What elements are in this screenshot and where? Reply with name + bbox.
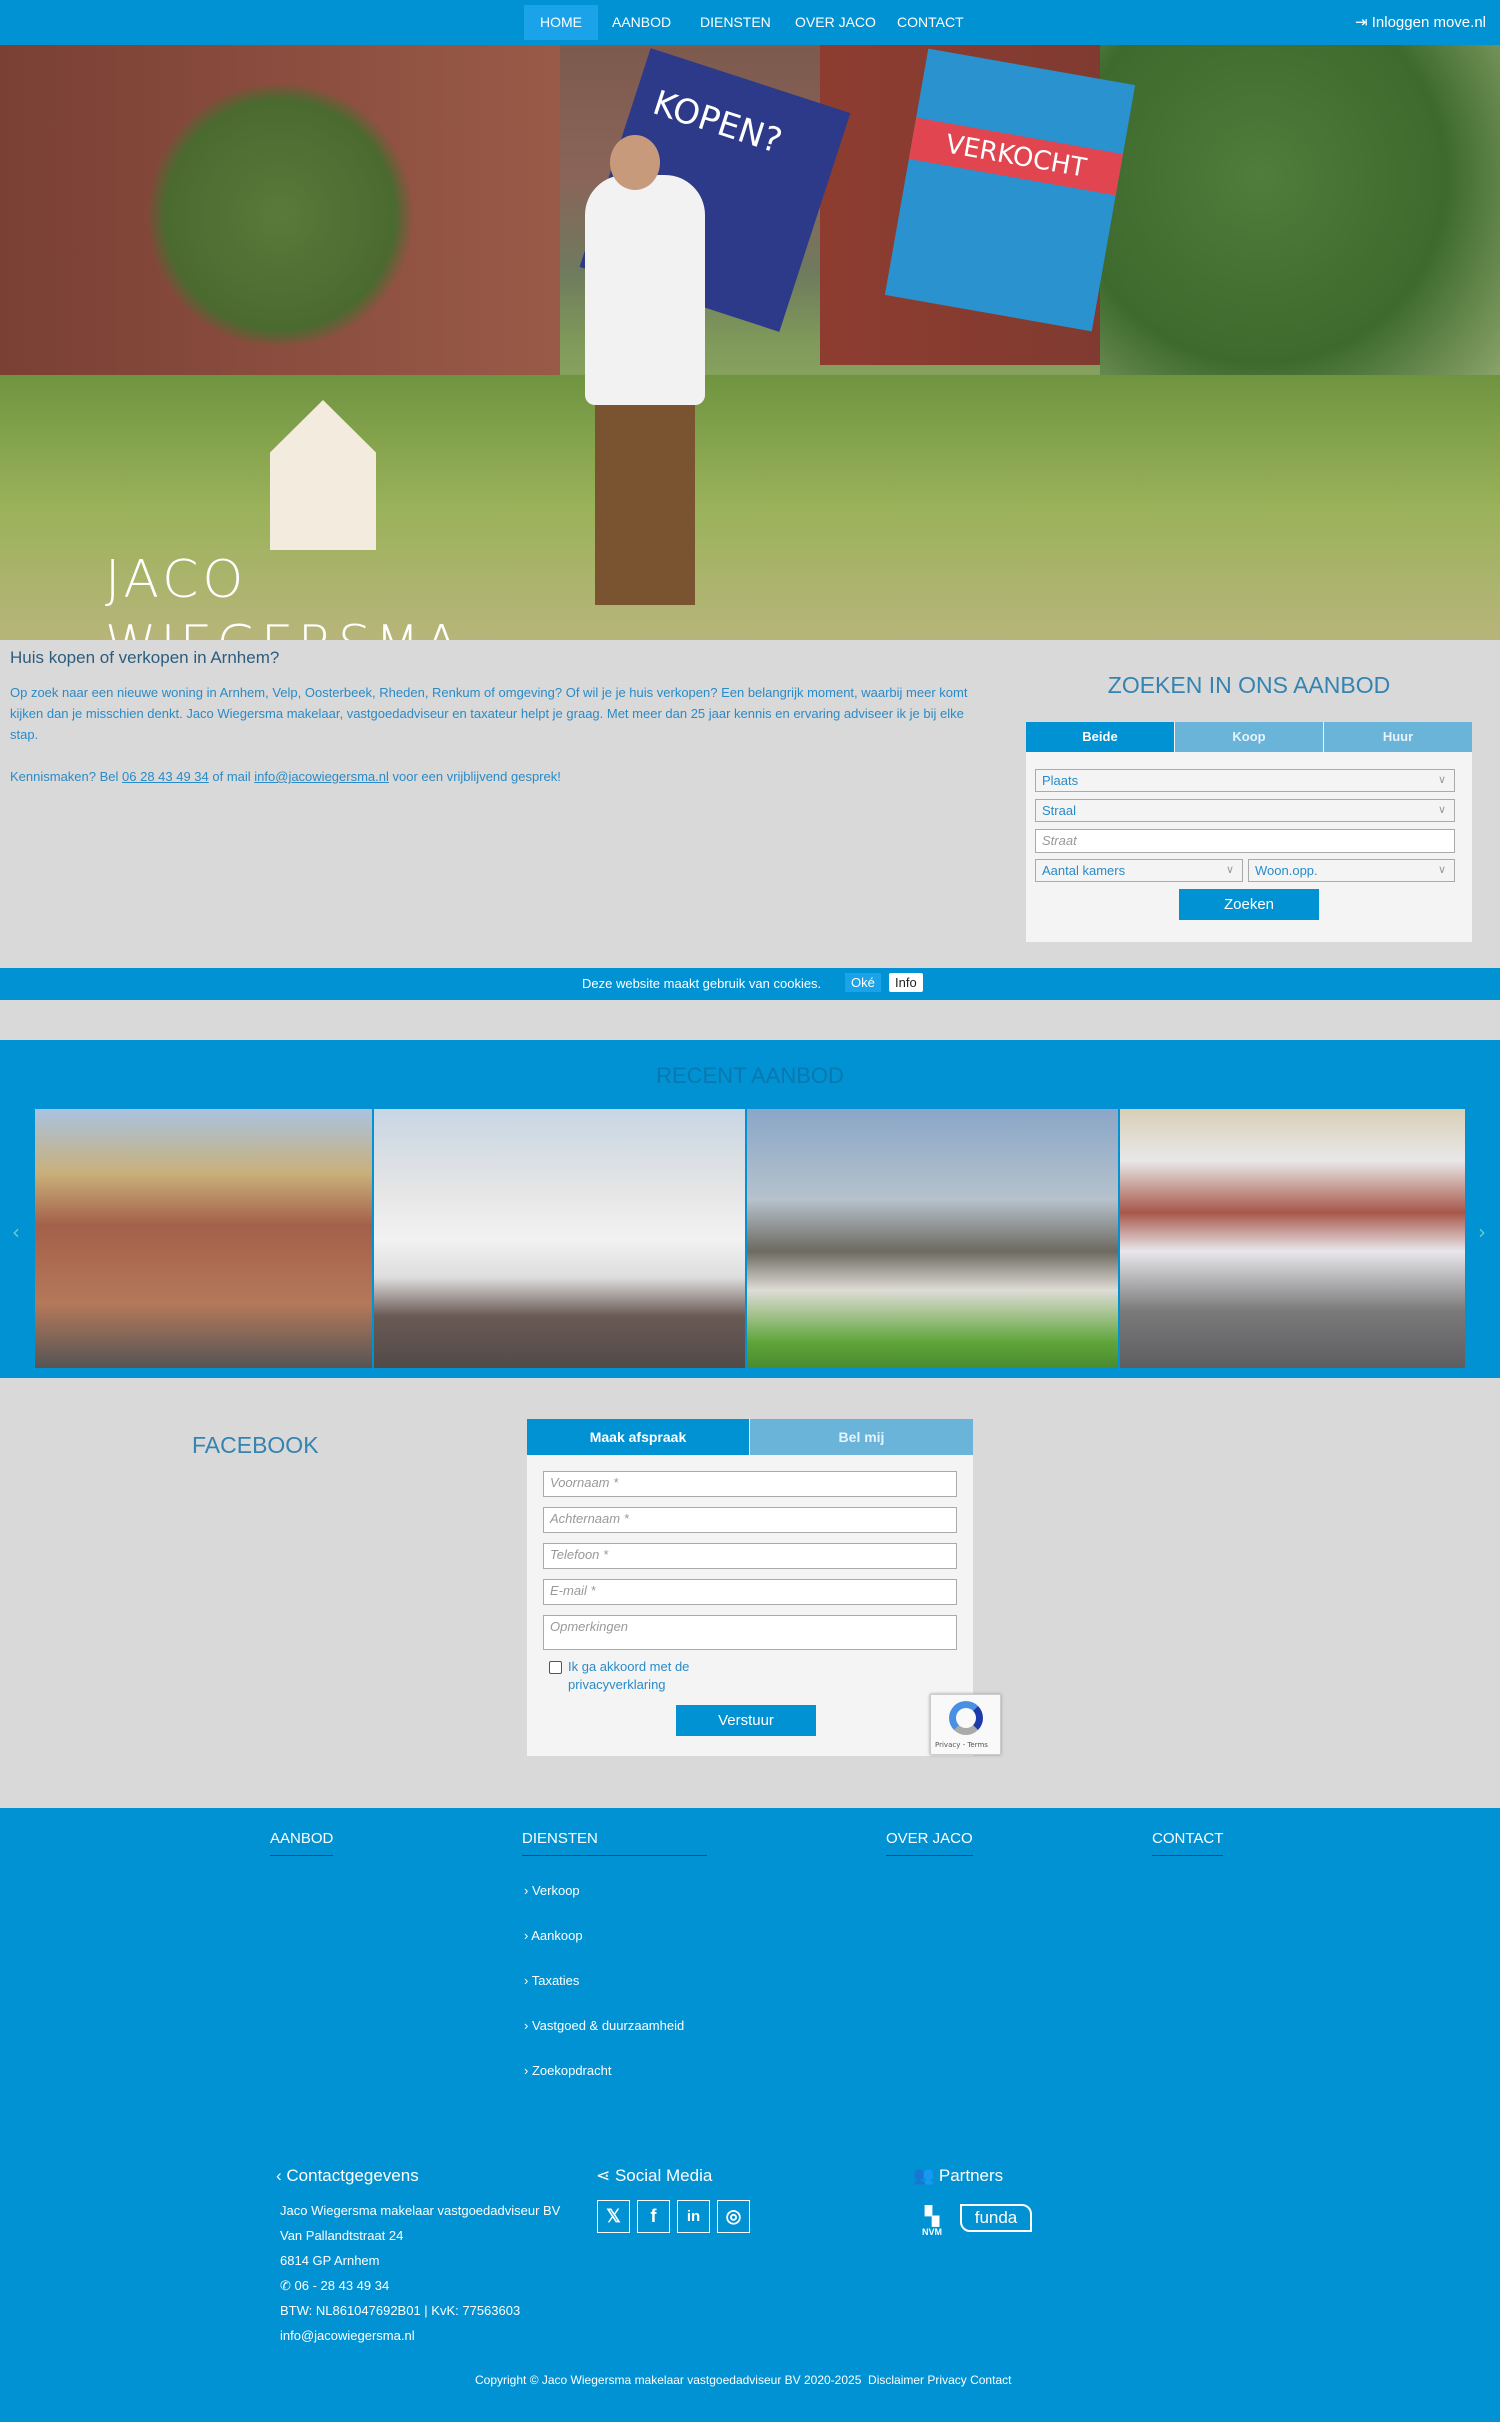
footer-link-aankoop[interactable]: › Aankoop — [524, 1928, 583, 1943]
intro-title: Huis kopen of verkopen in Arnhem? — [10, 648, 280, 667]
cookie-text: Deze website maakt gebruik van cookies. — [582, 976, 822, 991]
login-icon: ⇥ — [1355, 14, 1372, 31]
chevron-down-icon: ∨ — [1437, 864, 1446, 876]
property-photo[interactable] — [374, 1109, 745, 1368]
recent-aanbod-section: RECENT AANBOD ‹ › — [0, 1040, 1500, 1378]
property-photo[interactable] — [35, 1109, 372, 1368]
plaats-select[interactable]: Plaats ∨ — [1035, 769, 1455, 792]
facebook-icon[interactable]: f — [637, 2200, 670, 2233]
intro-paragraph: Op zoek naar een nieuwe woning in Arnhem… — [10, 685, 968, 742]
zoeken-button[interactable]: Zoeken — [1179, 889, 1319, 920]
instagram-icon[interactable]: ◎ — [717, 2200, 750, 2233]
login-link[interactable]: ⇥ Inloggen move.nl — [1355, 0, 1486, 45]
copyright-bar: Copyright © Jaco Wiegersma makelaar vast… — [475, 2373, 1011, 2387]
straal-select[interactable]: Straal ∨ — [1035, 799, 1455, 822]
achternaam-input[interactable]: Achternaam * — [543, 1507, 957, 1533]
users-icon: 👥 — [913, 2166, 939, 2185]
linkedin-icon[interactable]: in — [677, 2200, 710, 2233]
share-icon: ⋖ — [596, 2166, 615, 2185]
contact-form: Maak afspraak Bel mij Voornaam * Achtern… — [527, 1419, 973, 1756]
nav-diensten[interactable]: DIENSTEN — [684, 5, 787, 40]
top-nav: HOME AANBOD DIENSTEN OVER JACO CONTACT ⇥… — [0, 0, 1500, 45]
social-heading: ⋖ Social Media — [596, 2166, 713, 2185]
cookie-info-button[interactable]: Info — [889, 973, 923, 992]
property-photo[interactable] — [747, 1109, 1118, 1368]
nav-contact[interactable]: CONTACT — [881, 5, 980, 40]
footer-heading-over-jaco[interactable]: OVER JACO — [886, 1830, 973, 1856]
privacy-label[interactable]: Ik ga akkoord met de privacyverklaring — [568, 1658, 718, 1694]
intro-email-link[interactable]: info@jacowiegersma.nl — [254, 769, 389, 784]
telefoon-input[interactable]: Telefoon * — [543, 1543, 957, 1569]
intro-phone-link[interactable]: 06 28 43 49 34 — [122, 769, 209, 784]
recaptcha-badge[interactable]: Privacy - Terms — [930, 1694, 1001, 1755]
carousel-prev-icon[interactable]: ‹ — [12, 1220, 20, 1244]
disclaimer-link[interactable]: Disclaimer — [868, 2373, 924, 2387]
kamers-select[interactable]: Aantal kamers ∨ — [1035, 859, 1243, 882]
footer-heading-aanbod[interactable]: AANBOD — [270, 1830, 334, 1856]
contact-details: Jaco Wiegersma makelaar vastgoedadviseur… — [280, 2198, 560, 2348]
nav-home[interactable]: HOME — [524, 5, 598, 40]
facebook-title: FACEBOOK — [192, 1432, 319, 1458]
privacy-checkbox[interactable] — [549, 1661, 562, 1674]
tab-maak-afspraak[interactable]: Maak afspraak — [527, 1419, 749, 1455]
tab-beide[interactable]: Beide — [1026, 722, 1174, 752]
search-panel: Beide Koop Huur Plaats ∨ Straal ∨ Straat A… — [1026, 722, 1472, 942]
footer-link-vastgoed[interactable]: › Vastgoed & duurzaamheid — [524, 2018, 684, 2033]
privacy-link[interactable]: Privacy — [927, 2373, 966, 2387]
woonopp-select[interactable]: Woon.opp. ∨ — [1248, 859, 1455, 882]
contact-link[interactable]: Contact — [970, 2373, 1011, 2387]
footer: AANBOD DIENSTEN OVER JACO CONTACT › Verk… — [0, 1808, 1500, 2422]
recent-title: RECENT AANBOD — [656, 1063, 844, 1088]
carousel-next-icon[interactable]: › — [1478, 1220, 1486, 1244]
opmerkingen-textarea[interactable]: Opmerkingen — [543, 1615, 957, 1650]
verstuur-button[interactable]: Verstuur — [676, 1705, 816, 1736]
intro-text: Op zoek naar een nieuwe woning in Arnhem… — [10, 682, 985, 787]
recaptcha-links[interactable]: Privacy - Terms — [935, 1741, 988, 1749]
footer-heading-diensten[interactable]: DIENSTEN — [522, 1830, 707, 1856]
hero-banner: KOPEN? VERKOCHT JACO WIEGERSMA — [0, 45, 1500, 640]
company-name: Jaco Wiegersma makelaar vastgoedadviseur… — [280, 2203, 561, 2218]
intro-contact: Kennismaken? Bel 06 28 43 49 34 of mail … — [10, 769, 561, 784]
chevron-down-icon: ∨ — [1225, 864, 1234, 876]
voornaam-input[interactable]: Voornaam * — [543, 1471, 957, 1497]
footer-heading-contact[interactable]: CONTACT — [1152, 1830, 1224, 1856]
cookie-ok-button[interactable]: Oké — [845, 973, 881, 992]
sign-verkocht: VERKOCHT — [884, 48, 1136, 332]
chevron-down-icon: ∨ — [1437, 774, 1446, 786]
cookie-bar: Deze website maakt gebruik van cookies. … — [0, 968, 1500, 1000]
search-title: ZOEKEN IN ONS AANBOD — [1107, 672, 1391, 698]
btw-kvk: BTW: NL861047692B01 | KvK: 77563603 — [280, 2303, 521, 2318]
partners-heading: 👥 Partners — [913, 2166, 1004, 2185]
agent-person — [585, 175, 705, 405]
footer-link-taxaties[interactable]: › Taxaties — [524, 1973, 579, 1988]
nav-over-jaco[interactable]: OVER JACO — [779, 5, 892, 40]
footer-phone-link[interactable]: 06 - 28 43 49 34 — [295, 2278, 390, 2293]
footer-email-link[interactable]: info@jacowiegersma.nl — [280, 2328, 415, 2343]
funda-logo[interactable]: funda — [960, 2204, 1032, 2232]
nvm-logo[interactable]: ▚ NVM — [922, 2206, 942, 2237]
login-label: Inloggen move.nl — [1371, 14, 1486, 31]
phone-icon: ✆ — [280, 2278, 295, 2293]
tab-koop[interactable]: Koop — [1175, 722, 1323, 752]
copyright-text: Copyright © Jaco Wiegersma makelaar vast… — [475, 2373, 862, 2387]
address-city: 6814 GP Arnhem — [280, 2253, 380, 2268]
chevron-left-icon: ‹ — [276, 2166, 287, 2185]
chevron-down-icon: ∨ — [1437, 804, 1446, 816]
email-input[interactable]: E-mail * — [543, 1579, 957, 1605]
contact-heading: ‹ Contactgegevens — [276, 2166, 419, 2185]
straat-input[interactable]: Straat — [1035, 829, 1455, 853]
footer-link-zoekopdracht[interactable]: › Zoekopdracht — [524, 2063, 611, 2078]
property-photo[interactable] — [1120, 1109, 1465, 1368]
address-street: Van Pallandtstraat 24 — [280, 2228, 404, 2243]
tab-huur[interactable]: Huur — [1324, 722, 1472, 752]
tab-bel-mij[interactable]: Bel mij — [750, 1419, 973, 1455]
nav-aanbod[interactable]: AANBOD — [596, 5, 687, 40]
footer-link-verkoop[interactable]: › Verkoop — [524, 1883, 580, 1898]
recaptcha-icon — [949, 1701, 983, 1735]
x-icon[interactable]: 𝕏 — [597, 2200, 630, 2233]
